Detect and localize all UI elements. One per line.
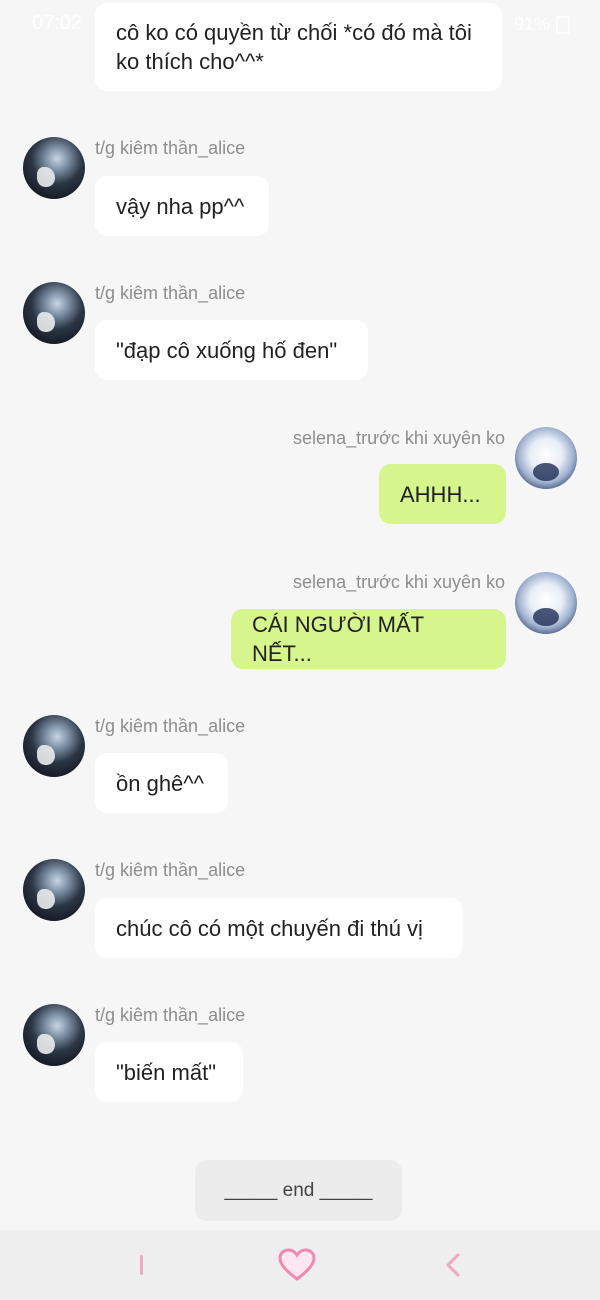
message-bubble[interactable]: vậy nha pp^^	[95, 176, 269, 236]
battery-icon	[556, 15, 570, 34]
message-text: "biến mất"	[116, 1059, 216, 1085]
avatar-selena[interactable]	[515, 572, 577, 634]
recent-apps-button[interactable]	[102, 1230, 182, 1300]
message-text: ồn ghê^^	[116, 770, 204, 796]
battery-level: 91%	[513, 14, 550, 34]
home-button[interactable]	[257, 1230, 337, 1300]
heart-home-icon	[278, 1248, 316, 1281]
sender-name: t/g kiêm thần_alice	[95, 716, 246, 736]
message-text: chúc cô có một chuyến đi thú vị	[116, 915, 423, 941]
message-text: "đạp cô xuống hố đen"	[116, 337, 338, 363]
avatar-selena[interactable]	[515, 427, 577, 489]
sender-name: t/g kiêm thần_alice	[95, 283, 246, 303]
avatar-alice[interactable]	[23, 137, 85, 199]
message-bubble[interactable]: AHHH...	[379, 464, 506, 524]
navigation-bar	[0, 1230, 600, 1300]
message-text: vậy nha pp^^	[116, 193, 245, 219]
message-text: cô ko có quyền từ chối *có đó mà tôi ko …	[116, 20, 472, 74]
back-button[interactable]	[413, 1230, 493, 1300]
message-bubble[interactable]: chúc cô có một chuyến đi thú vị	[95, 898, 463, 958]
avatar-alice[interactable]	[23, 715, 85, 777]
recent-apps-icon	[140, 1255, 143, 1275]
end-marker-text: _____ end _____	[224, 1179, 373, 1201]
message-bubble[interactable]: "biến mất"	[95, 1042, 243, 1102]
sender-name: selena_trước khi xuyên ko	[293, 572, 505, 592]
status-time: 07:02	[32, 12, 83, 34]
sender-name: selena_trước khi xuyên ko	[293, 428, 505, 448]
avatar-alice[interactable]	[23, 1004, 85, 1066]
message-text: AHHH...	[400, 481, 481, 507]
sender-name: t/g kiêm thần_alice	[95, 860, 246, 880]
end-marker: _____ end _____	[195, 1160, 402, 1221]
sender-name: t/g kiêm thần_alice	[95, 138, 246, 158]
avatar-alice[interactable]	[23, 282, 85, 344]
back-icon	[446, 1253, 460, 1277]
message-bubble[interactable]: cô ko có quyền từ chối *có đó mà tôi ko …	[95, 3, 502, 91]
sender-name: t/g kiêm thần_alice	[95, 1005, 246, 1025]
message-bubble[interactable]: "đạp cô xuống hố đen"	[95, 320, 368, 380]
avatar-alice[interactable]	[23, 859, 85, 921]
message-text: CÁI NGƯỜI MẤT NẾT...	[252, 612, 424, 666]
message-bubble[interactable]: ồn ghê^^	[95, 753, 228, 813]
chat-screen: 07:02 91% cô ko có quyền từ chối *có đó …	[0, 0, 600, 1300]
status-battery: 91%	[514, 14, 570, 35]
message-bubble[interactable]: CÁI NGƯỜI MẤT NẾT...	[231, 609, 506, 669]
